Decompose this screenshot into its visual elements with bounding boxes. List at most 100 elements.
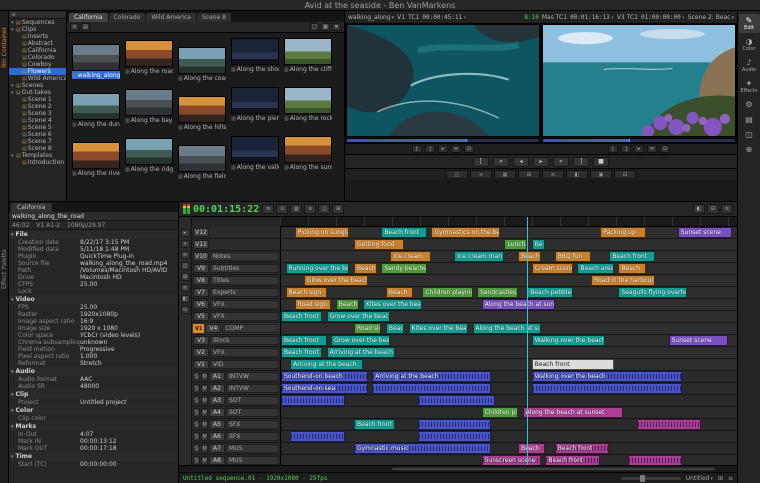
- track-name[interactable]: A5: [209, 420, 225, 429]
- timeline-palette-button[interactable]: ≋: [181, 251, 190, 259]
- track-header[interactable]: S M A1 INTVW: [192, 371, 280, 382]
- bin-view-button[interactable]: ▦: [321, 23, 330, 31]
- track-name[interactable]: V1: [193, 360, 209, 369]
- timeline-tool-button[interactable]: ◫: [318, 204, 330, 214]
- timeline-tool-button[interactable]: ⊙: [276, 204, 288, 214]
- clip-thumbnail[interactable]: [284, 87, 332, 114]
- timeline-clip[interactable]: Kites over the beach: [409, 323, 468, 334]
- smart-tool-button[interactable]: ◫: [446, 170, 468, 179]
- track-name[interactable]: V9: [193, 264, 209, 273]
- timeline-clip[interactable]: Ice cream man: [454, 251, 504, 262]
- track-name[interactable]: A1: [209, 372, 225, 381]
- timeline-clip[interactable]: Walking over the beach: [532, 371, 682, 382]
- timeline-clip[interactable]: Beach: [518, 443, 545, 454]
- source-timecode[interactable]: 00:00:45:11: [422, 14, 466, 21]
- monitor-button[interactable]: ]: [621, 145, 631, 153]
- timeline-clip[interactable]: Walking over the beach: [532, 335, 605, 346]
- track-header[interactable]: V11: [192, 239, 280, 250]
- track-name[interactable]: V2: [193, 348, 209, 357]
- track-name[interactable]: A2: [209, 384, 225, 393]
- master-timecode[interactable]: 00:01:16:13: [570, 14, 614, 21]
- track-sublabel[interactable]: Titles: [210, 276, 279, 285]
- track-solo-button[interactable]: S: [193, 420, 200, 429]
- bin-tool-button[interactable]: ▤: [81, 23, 90, 31]
- timeline-clip[interactable]: Children playing: [482, 407, 518, 418]
- track-lane[interactable]: Sunscreen sceneBeach front: [280, 455, 737, 465]
- track-header[interactable]: V12: [192, 227, 280, 238]
- track-name[interactable]: V4: [205, 324, 221, 333]
- bin-clip[interactable]: Along the river: [72, 142, 120, 180]
- timeline-clip[interactable]: Beach sign: [286, 287, 327, 298]
- clip-thumbnail[interactable]: [231, 136, 279, 163]
- track-name[interactable]: A7: [209, 444, 225, 453]
- timeline-clip[interactable]: Gymnastic music: [354, 443, 491, 454]
- track-solo-button[interactable]: S: [193, 432, 200, 441]
- timeline-tool-button[interactable]: ≡: [262, 204, 274, 214]
- track-name[interactable]: A4: [209, 408, 225, 417]
- timeline-clip[interactable]: Beach front: [532, 359, 614, 370]
- rail-item-audio[interactable]: ♪ Audio: [739, 56, 760, 75]
- bin-clip[interactable]: Along the coast: [178, 47, 226, 82]
- project-tree-item[interactable]: Scene 5: [9, 124, 66, 131]
- left-rail-tab-effect-palette[interactable]: Effect Palette: [1, 249, 8, 289]
- clip-thumbnail[interactable]: [125, 40, 173, 67]
- track-lane[interactable]: Beach frontGrow over the beach: [280, 311, 737, 322]
- track-sublabel[interactable]: SOT: [226, 396, 279, 405]
- track-lane[interactable]: Beach frontGrow over the beachWalking ov…: [280, 335, 737, 346]
- timeline-scrollbar[interactable]: [179, 465, 737, 472]
- track-sublabel[interactable]: SFX: [226, 420, 279, 429]
- timeline-clip[interactable]: Beach: [618, 263, 645, 274]
- mark-in-button[interactable]: [: [473, 157, 489, 167]
- smart-tool-button[interactable]: ⊟: [614, 170, 636, 179]
- clip-thumbnail[interactable]: [284, 136, 332, 163]
- timeline-clip[interactable]: Sunset scene: [678, 227, 733, 238]
- track-header[interactable]: S M A3 SOT: [192, 395, 280, 406]
- timeline-clip[interactable]: Arriving at the beach: [327, 347, 395, 358]
- smart-tool-button[interactable]: ≡: [542, 170, 564, 179]
- timeline-clip[interactable]: Ice cream: [390, 251, 431, 262]
- track-header[interactable]: V1 V4 COMP: [192, 323, 280, 334]
- scrollbar-thumb[interactable]: [391, 467, 715, 471]
- monitor-button[interactable]: ⊡: [464, 145, 474, 153]
- timeline-clip[interactable]: [281, 395, 345, 406]
- source-position-bar[interactable]: [346, 138, 540, 143]
- project-tree-item[interactable]: California: [9, 47, 66, 54]
- track-header[interactable]: V1 VID: [192, 359, 280, 370]
- track-sublabel[interactable]: VFX: [210, 312, 279, 321]
- timeline-clip[interactable]: Cream scene: [532, 263, 573, 274]
- track-lane[interactable]: Beach frontArriving at the beach: [280, 347, 737, 358]
- timeline-clip[interactable]: Getting food: [354, 239, 404, 250]
- bin-tab[interactable]: Scene 8: [197, 13, 231, 22]
- track-header[interactable]: S M A8 MUS: [192, 455, 280, 465]
- timeline-tool-button[interactable]: ⊟: [707, 204, 719, 214]
- source-monitor[interactable]: [346, 24, 540, 137]
- bin-clip[interactable]: Along the fields: [178, 145, 226, 180]
- track-mute-button[interactable]: M: [201, 384, 208, 393]
- section-header[interactable]: Video: [9, 295, 178, 304]
- track-sublabel[interactable]: SFX: [226, 432, 279, 441]
- stop-button[interactable]: ■: [593, 157, 609, 167]
- bin-clip[interactable]: Along the pier: [231, 87, 279, 131]
- section-header[interactable]: Color: [9, 406, 178, 415]
- rewind-button[interactable]: «: [493, 157, 509, 167]
- track-solo-button[interactable]: S: [193, 456, 200, 465]
- track-sublabel[interactable]: COMP: [222, 324, 279, 333]
- track-lane[interactable]: Southend-on-sea: [280, 383, 737, 394]
- track-sublabel[interactable]: VFX: [210, 348, 279, 357]
- section-header[interactable]: Audio: [9, 367, 178, 376]
- clip-thumbnail[interactable]: [72, 142, 120, 169]
- playhead[interactable]: [527, 217, 528, 465]
- bin-clip[interactable]: Along the dunes: [72, 93, 120, 131]
- track-header[interactable]: S M A7 MUS: [192, 443, 280, 454]
- track-lane[interactable]: Picking on sunglassBeach frontGymnastics…: [280, 227, 737, 238]
- track-lane[interactable]: [280, 431, 737, 442]
- track-lane[interactable]: Getting foodLunchBe: [280, 239, 737, 250]
- clip-thumbnail[interactable]: [72, 93, 120, 120]
- timeline-clip[interactable]: Arriving at the beach: [290, 359, 363, 370]
- timeline-clip[interactable]: Southend-on beach: [281, 371, 368, 382]
- timeline-tool-button[interactable]: ≋: [304, 204, 316, 214]
- section-header[interactable]: Clip: [9, 390, 178, 399]
- project-tree-item[interactable]: Flowers: [9, 68, 66, 75]
- bin-clip[interactable]: Along the cliffs: [284, 38, 332, 82]
- track-mute-button[interactable]: M: [201, 372, 208, 381]
